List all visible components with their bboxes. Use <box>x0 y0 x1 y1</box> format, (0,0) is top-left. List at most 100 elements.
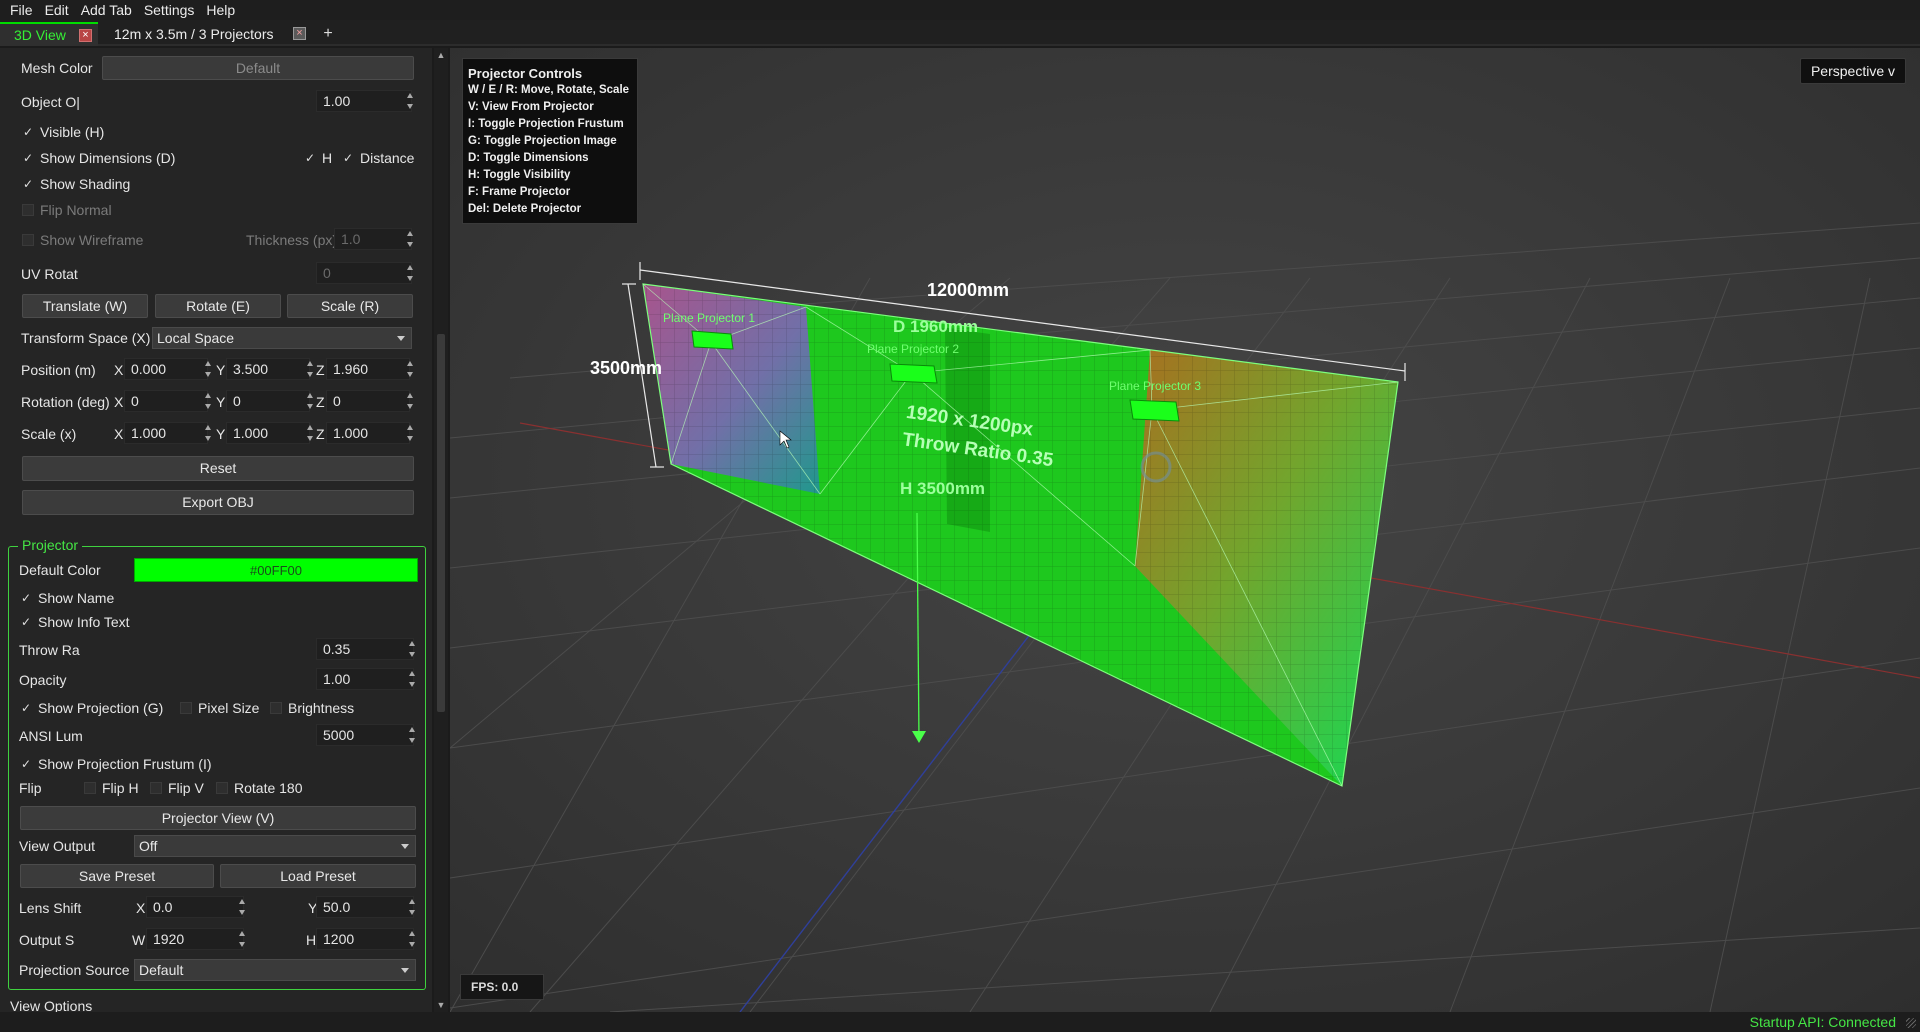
translate-button[interactable]: Translate (W) <box>22 294 148 318</box>
panel-scrollbar[interactable]: ▲ ▼ <box>434 48 448 1012</box>
flip-normal-checkbox[interactable] <box>22 204 34 216</box>
show-wireframe-row: Show Wireframe Thickness (px) 1.0 <box>0 228 432 252</box>
output-height-label: H <box>306 932 317 948</box>
rotation-y-input[interactable]: 0 <box>226 390 310 412</box>
scale-y-spinner[interactable] <box>306 422 314 444</box>
rotation-z-spinner[interactable] <box>406 390 414 412</box>
menu-settings[interactable]: Settings <box>138 0 201 20</box>
show-name-checkbox[interactable]: ✓ <box>20 592 32 604</box>
ansi-lumens-input[interactable]: 5000 <box>316 724 414 746</box>
rotation-x-input[interactable]: 0 <box>124 390 208 412</box>
thickness-spinner[interactable] <box>406 228 414 250</box>
load-preset-button[interactable]: Load Preset <box>220 864 416 888</box>
show-info-checkbox[interactable]: ✓ <box>20 616 32 628</box>
projector-3[interactable] <box>1129 399 1180 422</box>
thickness-input[interactable]: 1.0 <box>334 228 412 250</box>
add-tab-button[interactable]: + <box>316 22 340 46</box>
dimension-distance-checkbox[interactable]: ✓ <box>342 152 354 164</box>
lens-shift-x-input[interactable]: 0.0 <box>146 896 244 918</box>
uv-rotation-spinner[interactable] <box>406 262 414 284</box>
show-info-label: Show Info Text <box>38 614 130 630</box>
reset-button[interactable]: Reset <box>22 456 414 481</box>
flip-v-checkbox[interactable] <box>150 782 162 794</box>
throw-ratio-input[interactable]: 0.35 <box>316 638 414 660</box>
dimension-h-checkbox[interactable]: ✓ <box>304 152 316 164</box>
projector-view-button[interactable]: Projector View (V) <box>20 806 416 830</box>
uv-rotation-input[interactable]: 0 <box>316 262 412 284</box>
view-output-label: View Output <box>19 838 96 854</box>
tab-projector-setup[interactable]: 12m x 3.5m / 3 Projectors × <box>100 22 312 46</box>
default-color-swatch[interactable]: #00FF00 <box>134 558 418 582</box>
object-opacity-input[interactable]: 1.00 <box>316 90 412 112</box>
show-shading-checkbox[interactable]: ✓ <box>22 178 34 190</box>
scale-x-input[interactable]: 1.000 <box>124 422 208 444</box>
output-width-input[interactable]: 1920 <box>146 928 244 950</box>
show-frustum-checkbox[interactable]: ✓ <box>20 758 32 770</box>
tab-3d-view[interactable]: 3D View × <box>0 22 98 46</box>
visible-checkbox[interactable]: ✓ <box>22 126 34 138</box>
rotation-x-spinner[interactable] <box>204 390 212 412</box>
output-height-input[interactable]: 1200 <box>316 928 414 950</box>
tab-3d-view-close-icon[interactable]: × <box>79 29 92 42</box>
menu-help[interactable]: Help <box>200 0 241 20</box>
lens-shift-y-spinner[interactable] <box>408 896 416 918</box>
projector-1[interactable] <box>691 330 734 350</box>
projection-source-select[interactable]: Default <box>134 959 416 981</box>
3d-scene[interactable]: 12000mm 3500mm D 1960mm H 3500mm 1920 x … <box>450 48 1920 1012</box>
show-dimensions-checkbox[interactable]: ✓ <box>22 152 34 164</box>
scroll-up-icon[interactable]: ▲ <box>436 50 446 60</box>
output-size-row: Output S W 1920 H 1200 <box>0 928 432 952</box>
output-width-spinner[interactable] <box>238 928 246 950</box>
3d-viewport[interactable]: 12000mm 3500mm D 1960mm H 3500mm 1920 x … <box>450 48 1920 1012</box>
lens-shift-y-input[interactable]: 50.0 <box>316 896 414 918</box>
position-x-spinner[interactable] <box>204 358 212 380</box>
tab-projector-setup-close-icon[interactable]: × <box>293 27 306 40</box>
position-y-input[interactable]: 3.500 <box>226 358 310 380</box>
scale-y-input[interactable]: 1.000 <box>226 422 310 444</box>
perspective-dropdown[interactable]: Perspective v <box>1800 58 1906 84</box>
export-obj-button[interactable]: Export OBJ <box>22 490 414 515</box>
output-height-spinner[interactable] <box>408 928 416 950</box>
show-wireframe-checkbox[interactable] <box>22 234 34 246</box>
position-z-spinner[interactable] <box>406 358 414 380</box>
position-y-spinner[interactable] <box>306 358 314 380</box>
position-x-input[interactable]: 0.000 <box>124 358 208 380</box>
rotate-button[interactable]: Rotate (E) <box>155 294 281 318</box>
scale-x-spinner[interactable] <box>204 422 212 444</box>
mesh-color-button[interactable]: Default <box>102 56 414 80</box>
pixel-size-checkbox[interactable] <box>180 702 192 714</box>
ansi-lumens-spinner[interactable] <box>408 724 416 746</box>
view-options-label[interactable]: View Options <box>10 994 92 1012</box>
transform-space-select[interactable]: Local Space <box>152 327 412 349</box>
scroll-down-icon[interactable]: ▼ <box>436 1000 446 1010</box>
menu-file[interactable]: File <box>4 0 39 20</box>
ansi-lumens-row: ANSI Lum 5000 <box>0 724 432 748</box>
object-opacity-spinner[interactable] <box>406 90 414 112</box>
brightness-checkbox[interactable] <box>270 702 282 714</box>
view-output-select[interactable]: Off <box>134 835 416 857</box>
flip-h-checkbox[interactable] <box>84 782 96 794</box>
rotate-180-checkbox[interactable] <box>216 782 228 794</box>
resize-grip-icon[interactable] <box>1906 1018 1916 1028</box>
opacity-input[interactable]: 1.00 <box>316 668 414 690</box>
scale-y-label: Y <box>216 426 226 442</box>
scale-button[interactable]: Scale (R) <box>287 294 413 318</box>
scrollbar-thumb[interactable] <box>437 334 445 712</box>
menu-edit[interactable]: Edit <box>39 0 75 20</box>
position-z-input[interactable]: 1.960 <box>326 358 410 380</box>
scale-z-spinner[interactable] <box>406 422 414 444</box>
mesh-color-label: Mesh Color <box>21 60 93 76</box>
show-projection-checkbox[interactable]: ✓ <box>20 702 32 714</box>
throw-ratio-spinner[interactable] <box>408 638 416 660</box>
rotation-y-spinner[interactable] <box>306 390 314 412</box>
menu-add-tab[interactable]: Add Tab <box>75 0 138 20</box>
opacity-spinner[interactable] <box>408 668 416 690</box>
controls-item: Del: Delete Projector <box>468 203 582 215</box>
thickness-label: Thickness (px) <box>246 232 338 248</box>
rotation-z-input[interactable]: 0 <box>326 390 410 412</box>
save-preset-button[interactable]: Save Preset <box>20 864 214 888</box>
opacity-row: Opacity 1.00 <box>0 668 432 692</box>
lens-shift-x-spinner[interactable] <box>238 896 246 918</box>
scale-z-input[interactable]: 1.000 <box>326 422 410 444</box>
projector-2[interactable] <box>889 363 938 384</box>
